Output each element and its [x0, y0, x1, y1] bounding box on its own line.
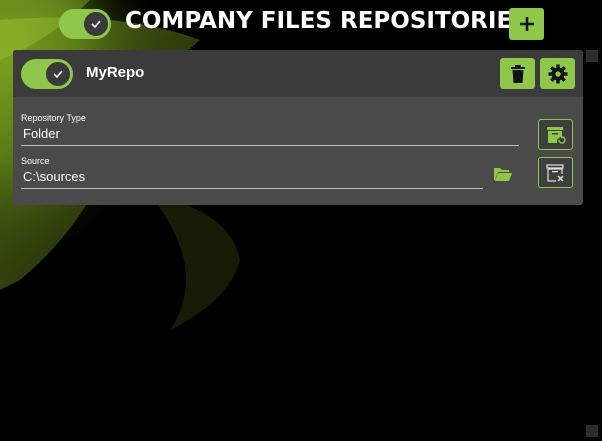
scroll-corner-bottom	[586, 425, 598, 437]
repository-settings-button[interactable]	[540, 58, 575, 89]
source-label: Source	[21, 156, 50, 166]
repository-card-header: MyRepo	[13, 50, 583, 97]
archive-refresh-icon	[546, 126, 566, 144]
folder-open-icon	[494, 168, 512, 181]
plus-icon	[519, 17, 534, 31]
app-header: COMPANY FILES REPOSITORIES	[0, 0, 602, 48]
trash-icon	[510, 64, 525, 83]
checkmark-icon	[46, 62, 70, 86]
repository-card: MyRepo Repository Type Folder Source C:\…	[13, 50, 583, 205]
repositories-toggle[interactable]	[59, 9, 111, 39]
repository-type-action-button[interactable]	[538, 119, 573, 150]
source-remove-button[interactable]	[538, 157, 573, 188]
repository-name: MyRepo	[86, 64, 145, 81]
repository-type-label: Repository Type	[21, 113, 86, 123]
gear-icon	[548, 64, 567, 83]
page-title: COMPANY FILES REPOSITORIES	[125, 8, 529, 34]
archive-remove-icon	[545, 163, 564, 182]
add-repository-button[interactable]	[509, 8, 544, 40]
scroll-corner-top	[586, 50, 598, 62]
checkmark-icon	[84, 12, 108, 36]
browse-folder-button[interactable]	[493, 165, 513, 183]
source-field[interactable]: C:\sources	[21, 167, 483, 189]
delete-repository-button[interactable]	[500, 58, 535, 89]
repository-type-field[interactable]: Folder	[21, 124, 519, 146]
repository-enabled-toggle[interactable]	[21, 59, 73, 89]
